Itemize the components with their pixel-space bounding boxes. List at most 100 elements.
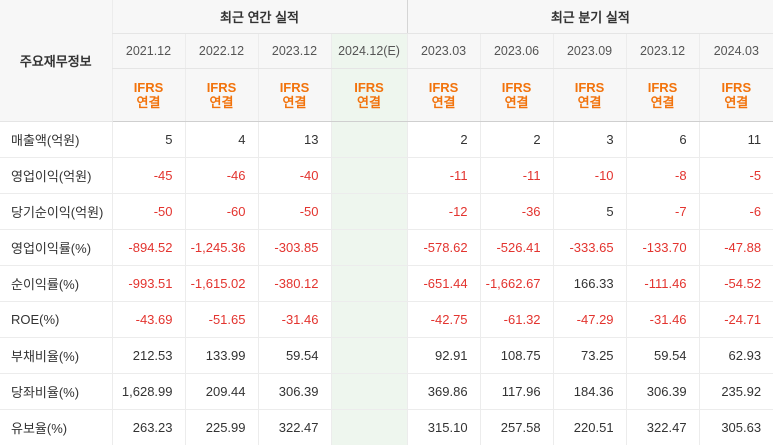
row-label: 영업이익률(%) [0, 230, 112, 266]
table-cell: -133.70 [626, 230, 699, 266]
table-body: 매출액(억원)5413223611영업이익(억원)-45-46-40-11-11… [0, 122, 773, 445]
table-row: 순이익률(%)-993.51-1,615.02-380.12-651.44-1,… [0, 266, 773, 302]
ifrs-consolidated-label: IFRS연결 [112, 69, 185, 122]
table-row: 매출액(억원)5413223611 [0, 122, 773, 158]
table-cell: -24.71 [699, 302, 773, 338]
period-header: 2024.03 [699, 34, 773, 69]
table-row: 당좌비율(%)1,628.99209.44306.39369.86117.961… [0, 374, 773, 410]
table-cell: 4 [185, 122, 258, 158]
table-cell: 13 [258, 122, 331, 158]
consolidated-label: 연결 [724, 95, 748, 110]
consolidated-label: 연결 [578, 95, 602, 110]
table-cell: -993.51 [112, 266, 185, 302]
table-cell: -651.44 [407, 266, 480, 302]
table-row: 당기순이익(억원)-50-60-50-12-365-7-6 [0, 194, 773, 230]
table-cell: 133.99 [185, 338, 258, 374]
ifrs-label: IFRS [429, 80, 459, 95]
annual-group-header: 최근 연간 실적 [112, 0, 407, 34]
table-cell: -5 [699, 158, 773, 194]
table-cell: -61.32 [480, 302, 553, 338]
table-cell: 2 [407, 122, 480, 158]
row-label: 영업이익(억원) [0, 158, 112, 194]
table-cell: 257.58 [480, 410, 553, 445]
table-cell: 73.25 [553, 338, 626, 374]
consolidated-label: 연결 [210, 95, 234, 110]
table-cell: 108.75 [480, 338, 553, 374]
table-cell: 225.99 [185, 410, 258, 445]
table-cell: -11 [480, 158, 553, 194]
table-cell: -42.75 [407, 302, 480, 338]
table-cell: 11 [699, 122, 773, 158]
table-cell: -894.52 [112, 230, 185, 266]
table-cell: -303.85 [258, 230, 331, 266]
table-cell: 306.39 [258, 374, 331, 410]
ifrs-consolidated-label: IFRS연결 [480, 69, 553, 122]
period-header: 2023.09 [553, 34, 626, 69]
consolidated-label: 연결 [432, 95, 456, 110]
row-label: 매출액(억원) [0, 122, 112, 158]
table-cell: -40 [258, 158, 331, 194]
table-cell [331, 302, 407, 338]
ifrs-consolidated-label: IFRS연결 [185, 69, 258, 122]
table-cell: -45 [112, 158, 185, 194]
table-cell: 62.93 [699, 338, 773, 374]
ifrs-label: IFRS [280, 80, 310, 95]
row-label: 당기순이익(억원) [0, 194, 112, 230]
period-header: 2022.12 [185, 34, 258, 69]
period-header: 2021.12 [112, 34, 185, 69]
table-cell: 59.54 [626, 338, 699, 374]
ifrs-label: IFRS [722, 80, 752, 95]
ifrs-label: IFRS [502, 80, 532, 95]
table-cell [331, 410, 407, 445]
table-row: 부채비율(%)212.53133.9959.5492.91108.7573.25… [0, 338, 773, 374]
table-cell: -380.12 [258, 266, 331, 302]
table-cell: 92.91 [407, 338, 480, 374]
quarterly-group-header: 최근 분기 실적 [407, 0, 773, 34]
table-cell: 3 [553, 122, 626, 158]
table-cell: -10 [553, 158, 626, 194]
period-row: 2021.122022.122023.122024.12(E)2023.0320… [0, 34, 773, 69]
table-cell [331, 194, 407, 230]
table-cell: -12 [407, 194, 480, 230]
table-row: ROE(%)-43.69-51.65-31.46-42.75-61.32-47.… [0, 302, 773, 338]
period-header: 2023.03 [407, 34, 480, 69]
table-cell: -43.69 [112, 302, 185, 338]
table-cell: 6 [626, 122, 699, 158]
table-header: 주요재무정보 최근 연간 실적 최근 분기 실적 2021.122022.122… [0, 0, 773, 122]
table-cell: 263.23 [112, 410, 185, 445]
ifrs-label: IFRS [207, 80, 237, 95]
table-row: 영업이익(억원)-45-46-40-11-11-10-8-5 [0, 158, 773, 194]
table-cell: -111.46 [626, 266, 699, 302]
table-cell: 369.86 [407, 374, 480, 410]
table-cell: -31.46 [258, 302, 331, 338]
period-header: 2023.12 [626, 34, 699, 69]
ifrs-label: IFRS [575, 80, 605, 95]
table-cell: 2 [480, 122, 553, 158]
table-cell: 305.63 [699, 410, 773, 445]
table-cell: -46 [185, 158, 258, 194]
table-cell: -333.65 [553, 230, 626, 266]
table-cell: -7 [626, 194, 699, 230]
consolidated-label: 연결 [137, 95, 161, 110]
table-cell [331, 266, 407, 302]
table-cell: -1,615.02 [185, 266, 258, 302]
table-cell: 212.53 [112, 338, 185, 374]
table-cell: 220.51 [553, 410, 626, 445]
table-cell: -31.46 [626, 302, 699, 338]
table-cell: -578.62 [407, 230, 480, 266]
table-cell: -526.41 [480, 230, 553, 266]
ifrs-consolidated-label: IFRS연결 [258, 69, 331, 122]
table-cell: 1,628.99 [112, 374, 185, 410]
table-cell [331, 122, 407, 158]
ifrs-row: IFRS연결IFRS연결IFRS연결IFRS연결IFRS연결IFRS연결IFRS… [0, 69, 773, 122]
table-cell [331, 338, 407, 374]
table-cell: -50 [112, 194, 185, 230]
table-cell: -51.65 [185, 302, 258, 338]
table-cell: 315.10 [407, 410, 480, 445]
table-cell: -60 [185, 194, 258, 230]
table-row: 유보율(%)263.23225.99322.47315.10257.58220.… [0, 410, 773, 445]
table-cell: -11 [407, 158, 480, 194]
table-cell: 59.54 [258, 338, 331, 374]
table-cell: 166.33 [553, 266, 626, 302]
consolidated-label: 연결 [651, 95, 675, 110]
